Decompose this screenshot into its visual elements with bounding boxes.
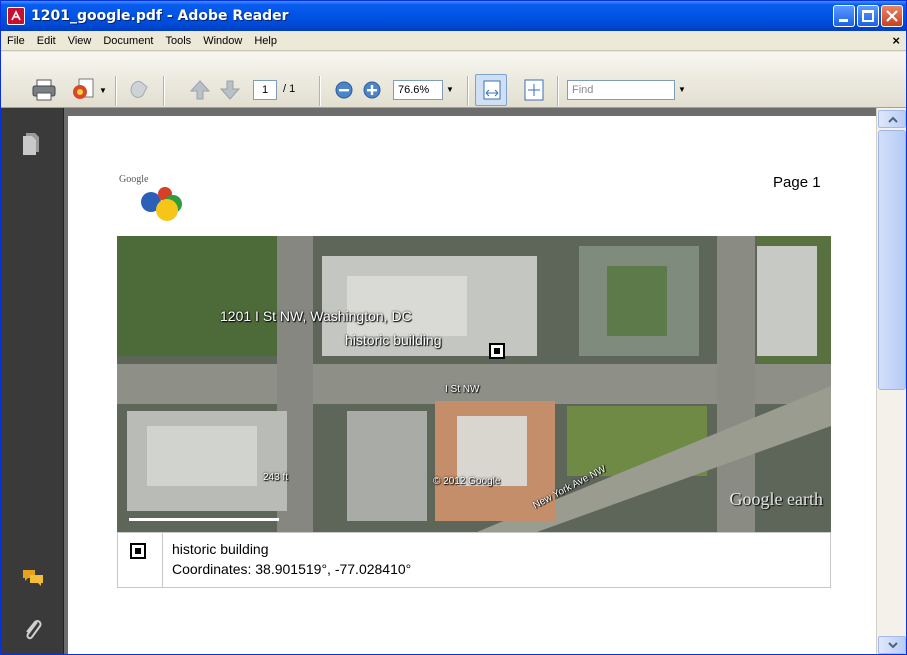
close-button[interactable] <box>881 5 903 27</box>
placemark-icon <box>130 543 146 559</box>
create-pdf-dropdown-icon[interactable]: ▼ <box>99 86 107 95</box>
document-close-button[interactable]: × <box>892 33 900 48</box>
scroll-down-button[interactable] <box>878 636 906 654</box>
menu-window[interactable]: Window <box>197 35 248 47</box>
zoom-level-input[interactable]: 76.6% <box>393 80 443 100</box>
menu-view[interactable]: View <box>62 35 98 47</box>
next-page-icon[interactable] <box>219 79 241 101</box>
fit-width-button[interactable] <box>475 74 507 106</box>
legend-divider <box>162 533 163 587</box>
zoom-dropdown-icon[interactable]: ▼ <box>444 80 456 100</box>
vertical-scrollbar[interactable] <box>876 108 906 654</box>
chevron-down-icon <box>888 642 898 649</box>
legend-name: historic building <box>172 541 269 557</box>
page-total: / 1 <box>283 83 296 95</box>
create-pdf-icon[interactable] <box>71 76 97 102</box>
window-title: 1201_google.pdf - Adobe Reader <box>31 8 289 24</box>
menu-file[interactable]: File <box>1 35 31 47</box>
map-address-label: 1201 I St NW, Washington, DC <box>220 308 412 324</box>
page-number-input[interactable]: 1 <box>253 80 277 100</box>
scroll-up-button[interactable] <box>878 110 906 128</box>
attachments-icon[interactable] <box>21 616 43 642</box>
menu-tools[interactable]: Tools <box>160 35 198 47</box>
menu-bar: File Edit View Document Tools Window Hel… <box>1 31 906 51</box>
minimize-icon <box>839 19 848 22</box>
menu-help[interactable]: Help <box>248 35 283 47</box>
zoom-in-icon[interactable] <box>363 81 381 99</box>
menu-edit[interactable]: Edit <box>31 35 62 47</box>
satellite-map: 1201 I St NW, Washington, DC historic bu… <box>117 236 831 532</box>
map-copyright: © 2012 Google <box>433 476 501 487</box>
map-building-label: historic building <box>345 332 442 348</box>
google-earth-watermark: Google earth <box>729 489 823 509</box>
map-scale-label: 243 ft <box>263 472 289 483</box>
print-icon[interactable] <box>31 78 57 102</box>
minimize-button[interactable] <box>833 5 855 27</box>
zoom-out-icon[interactable] <box>335 81 353 99</box>
fit-width-icon <box>483 80 501 100</box>
toolbar: ▼ 1 / 1 76.6% ▼ Find ▼ <box>1 52 906 108</box>
chevron-up-icon <box>888 116 898 123</box>
google-earth-logo-icon <box>141 187 182 221</box>
adobe-reader-window: 1201_google.pdf - Adobe Reader File Edit… <box>0 0 907 655</box>
scroll-thumb[interactable] <box>878 130 906 390</box>
comments-icon[interactable] <box>21 568 45 588</box>
find-dropdown-icon[interactable]: ▼ <box>678 80 686 100</box>
close-icon <box>886 10 898 22</box>
menu-document[interactable]: Document <box>97 35 159 47</box>
page-label: Page 1 <box>773 174 821 191</box>
maximize-icon <box>862 10 874 22</box>
google-logo: Google <box>119 172 199 222</box>
legend-row: historic building Coordinates: 38.901519… <box>117 532 831 588</box>
legend-coordinates: Coordinates: 38.901519°, -77.028410° <box>172 561 412 577</box>
previous-page-icon[interactable] <box>189 79 211 101</box>
collaborate-icon[interactable] <box>127 77 151 103</box>
pages-icon[interactable] <box>21 132 41 156</box>
title-bar[interactable]: 1201_google.pdf - Adobe Reader <box>1 1 906 31</box>
adobe-reader-icon <box>7 7 25 25</box>
navigation-pane <box>1 108 64 654</box>
fit-page-icon[interactable] <box>523 78 545 102</box>
document-area[interactable]: Google Page 1 1201 I St NW, Washington, … <box>64 108 876 654</box>
pdf-page: Google Page 1 1201 I St NW, Washington, … <box>68 116 876 654</box>
map-street-label: I St NW <box>445 384 480 395</box>
find-input[interactable]: Find <box>567 80 675 100</box>
maximize-button[interactable] <box>857 5 879 27</box>
